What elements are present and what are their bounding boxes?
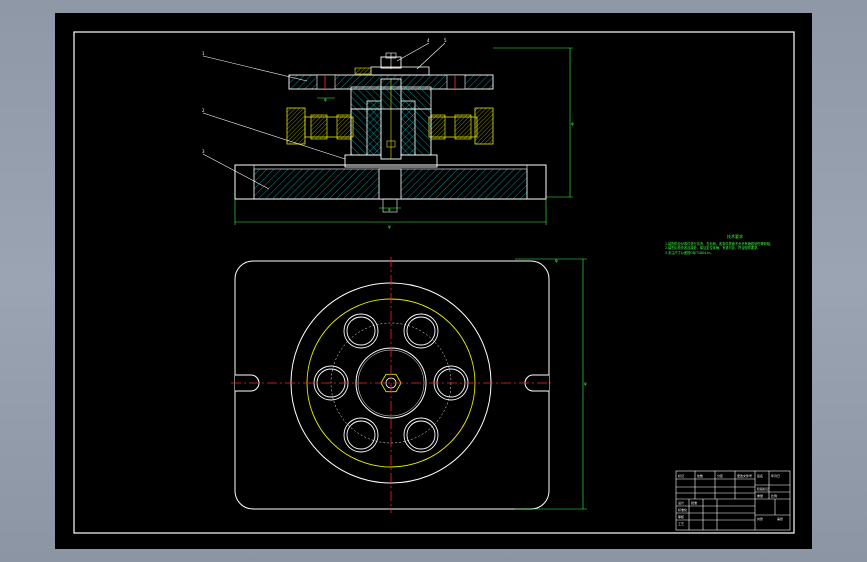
dim-label: φ	[388, 207, 391, 212]
front-section-view[interactable]	[202, 42, 573, 225]
title-block-cell: 第张	[777, 516, 783, 521]
part-label: 4	[427, 38, 430, 43]
title-block-cell: 分区	[717, 473, 723, 478]
title-block-cell: 处数	[697, 473, 703, 478]
title-block-cell: 设计	[678, 500, 684, 505]
title-block-text: 标记 处数 分区 更改文件号 签名 年月日设计标准化审核工艺 批准 阶段标记重量 比例共张 第张	[678, 473, 783, 526]
cad-canvas[interactable]: φ φ φ φ φ φ 1 2 3 4 5 标记 处数 分区 更改文件号 签名 …	[55, 13, 812, 549]
title-block-cell: 共张	[757, 516, 763, 521]
title-block-cell: 重量	[757, 493, 763, 498]
title-block-cell: 年月日	[771, 473, 780, 478]
part-label: 2	[202, 108, 205, 113]
right-flange	[428, 107, 494, 145]
title-block-cell: 标记	[678, 473, 684, 478]
dim-label: φ	[584, 381, 587, 386]
sheet-border	[73, 31, 795, 534]
dim-label: φ	[571, 121, 574, 126]
title-block-cell: 更改文件号	[737, 473, 752, 478]
dim-label: φ	[555, 258, 558, 263]
part-label: 5	[444, 38, 447, 43]
plan-base-outline	[234, 260, 550, 510]
bolt-hole	[343, 313, 379, 349]
title-block-cell: 批准	[691, 500, 697, 505]
dim-label: φ	[388, 224, 391, 229]
title-block-cell: 审核	[678, 514, 684, 519]
title-block-cell: 阶段标记	[757, 486, 769, 491]
title-block-cell: 比例	[771, 493, 777, 498]
base-center-bore	[378, 168, 402, 200]
bolt-hole	[406, 420, 436, 450]
bolt-hole	[346, 316, 376, 346]
part-label: 3	[202, 149, 205, 154]
title-block-cell: 工艺	[678, 521, 684, 526]
technical-requirements: 技术要求 1.装配前应对零件进行清洗，去毛刺，各零件表面不允许有磕碰划伤等缺陷。…	[665, 234, 805, 255]
tech-requirement-line: 3.未注尺寸公差按GB/T1804-m。	[665, 250, 714, 255]
part-label: 1	[202, 51, 205, 56]
bolt-hole	[403, 417, 439, 453]
title-block-cell: 标准化	[678, 507, 687, 512]
title-block-cell: 签名	[757, 473, 763, 478]
dim-label: φ	[324, 97, 327, 102]
tech-requirements-title: 技术要求	[727, 234, 743, 239]
drawing-sheet[interactable]: φ φ φ φ φ φ 1 2 3 4 5 标记 处数 分区 更改文件号 签名 …	[55, 13, 812, 549]
plan-view[interactable]	[231, 257, 587, 513]
left-flange	[286, 107, 354, 145]
